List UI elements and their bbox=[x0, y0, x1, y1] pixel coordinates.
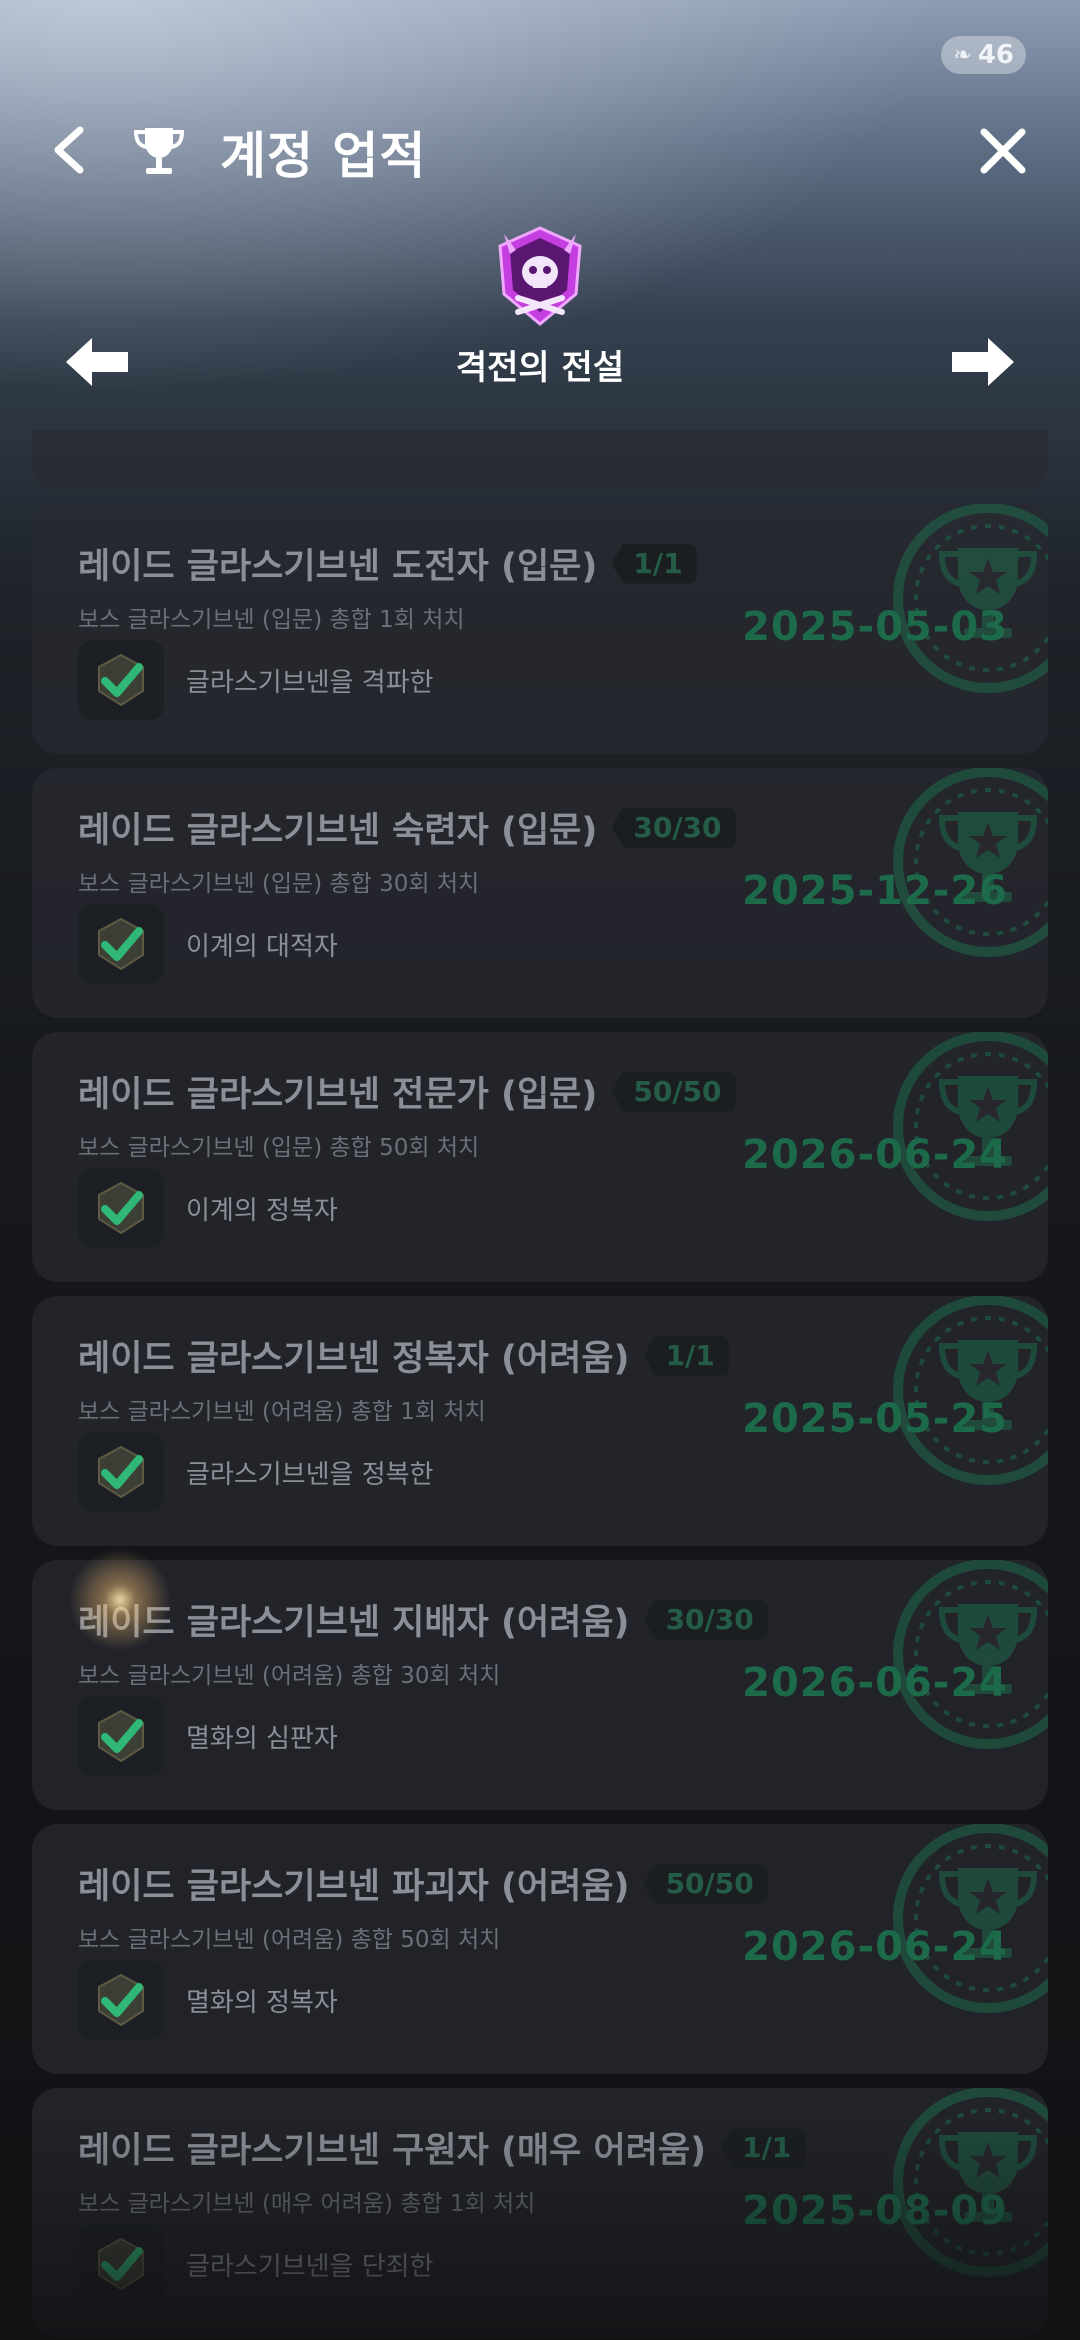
achievement-description: 보스 글라스기브넨 (어려움) 총합 50회 처치 bbox=[78, 1927, 501, 1953]
trophy-stamp-icon bbox=[893, 504, 1048, 693]
achievement-title-row: 레이드 글라스기브넨 전문가 (입문) 50/50 bbox=[78, 1066, 736, 1117]
achievement-description: 보스 글라스기브넨 (어려움) 총합 30회 처치 bbox=[78, 1663, 501, 1689]
achievement-description: 보스 글라스기브넨 (매우 어려움) 총합 1회 처치 bbox=[78, 2191, 536, 2217]
check-icon bbox=[98, 1973, 144, 2027]
achievement-title: 레이드 글라스기브넨 전문가 (입문) bbox=[78, 1075, 598, 1115]
reward-icon bbox=[78, 1960, 164, 2040]
reward-row: 글라스기브넨을 격파한 bbox=[78, 640, 433, 720]
reward-icon bbox=[78, 1432, 164, 1512]
trophy-stamp-icon bbox=[893, 1560, 1048, 1749]
achievement-description: 보스 글라스기브넨 (어려움) 총합 1회 처치 bbox=[78, 1399, 486, 1425]
achievement-description: 보스 글라스기브넨 (입문) 총합 50회 처치 bbox=[78, 1135, 480, 1161]
completion-date: 2025-05-03 bbox=[742, 604, 1008, 650]
reward-row: 글라스기브넨을 단죄한 bbox=[78, 2224, 433, 2304]
achievement-title: 레이드 글라스기브넨 구원자 (매우 어려움) bbox=[78, 2131, 707, 2171]
achievement-card[interactable]: 2026-06-24 레이드 글라스기브넨 전문가 (입문) 50/50 보스 … bbox=[32, 1032, 1048, 1282]
next-category-arrow[interactable] bbox=[948, 334, 1018, 390]
achievement-title: 레이드 글라스기브넨 숙련자 (입문) bbox=[78, 811, 598, 851]
sparkle-effect bbox=[60, 1540, 180, 1660]
trophy-stamp-icon bbox=[893, 1824, 1048, 2013]
reward-icon bbox=[78, 2224, 164, 2304]
achievement-description: 보스 글라스기브넨 (입문) 총합 30회 처치 bbox=[78, 871, 480, 897]
trophy-stamp-icon bbox=[893, 2088, 1048, 2277]
completion-date: 2025-08-09 bbox=[742, 2188, 1008, 2234]
achievement-title-row: 레이드 글라스기브넨 도전자 (입문) 1/1 bbox=[78, 538, 697, 589]
achievement-card[interactable]: 2025-05-03 레이드 글라스기브넨 도전자 (입문) 1/1 보스 글라… bbox=[32, 504, 1048, 754]
close-button[interactable] bbox=[976, 124, 1030, 178]
reward-icon bbox=[78, 1168, 164, 1248]
achievement-title-row: 레이드 글라스기브넨 지배자 (어려움) 30/30 bbox=[78, 1594, 768, 1645]
achievement-list[interactable]: 2025-05-03 레이드 글라스기브넨 도전자 (입문) 1/1 보스 글라… bbox=[32, 430, 1048, 2340]
trophy-stamp-icon bbox=[893, 1032, 1048, 1221]
achievement-card[interactable]: 2025-08-09 레이드 글라스기브넨 구원자 (매우 어려움) 1/1 보… bbox=[32, 2088, 1048, 2338]
check-icon bbox=[98, 917, 144, 971]
reward-icon bbox=[78, 640, 164, 720]
reward-label: 글라스기브넨을 정복한 bbox=[186, 1459, 434, 1490]
currency-badge: ❧ 46 bbox=[941, 36, 1026, 74]
back-button[interactable] bbox=[44, 124, 94, 176]
reward-label: 이계의 대적자 bbox=[186, 931, 338, 962]
progress-badge: 50/50 bbox=[611, 1071, 736, 1112]
demon-skull-emblem bbox=[498, 226, 582, 326]
reward-row: 이계의 정복자 bbox=[78, 1168, 338, 1248]
reward-label: 멸화의 정복자 bbox=[186, 1987, 338, 2018]
achievement-title-row: 레이드 글라스기브넨 구원자 (매우 어려움) 1/1 bbox=[78, 2122, 806, 2173]
reward-row: 멸화의 심판자 bbox=[78, 1696, 338, 1776]
completion-date: 2026-06-24 bbox=[742, 1660, 1008, 1706]
reward-icon bbox=[78, 1696, 164, 1776]
achievement-card-partial bbox=[32, 430, 1048, 490]
achievement-title-row: 레이드 글라스기브넨 파괴자 (어려움) 50/50 bbox=[78, 1858, 768, 1909]
achievement-title: 레이드 글라스기브넨 도전자 (입문) bbox=[78, 547, 598, 587]
achievement-card[interactable]: 2025-12-26 레이드 글라스기브넨 숙련자 (입문) 30/30 보스 … bbox=[32, 768, 1048, 1018]
header: 계정 업적 bbox=[0, 110, 1080, 190]
category-title: 격전의 전설 bbox=[455, 348, 625, 388]
achievement-description: 보스 글라스기브넨 (입문) 총합 1회 처치 bbox=[78, 607, 465, 633]
reward-label: 글라스기브넨을 격파한 bbox=[186, 667, 434, 698]
currency-count: 46 bbox=[977, 40, 1014, 70]
page-title: 계정 업적 bbox=[220, 127, 427, 185]
reward-label: 멸화의 심판자 bbox=[186, 1723, 338, 1754]
achievement-title: 레이드 글라스기브넨 정복자 (어려움) bbox=[78, 1339, 630, 1379]
progress-badge: 50/50 bbox=[643, 1863, 768, 1904]
reward-row: 글라스기브넨을 정복한 bbox=[78, 1432, 433, 1512]
reward-label: 이계의 정복자 bbox=[186, 1195, 338, 1226]
progress-badge: 30/30 bbox=[643, 1599, 768, 1640]
achievement-card[interactable]: 2026-06-24 레이드 글라스기브넨 지배자 (어려움) 30/30 보스… bbox=[32, 1560, 1048, 1810]
check-icon bbox=[98, 1181, 144, 1235]
reward-icon bbox=[78, 904, 164, 984]
check-icon bbox=[98, 1709, 144, 1763]
check-icon bbox=[98, 2237, 144, 2291]
completion-date: 2025-12-26 bbox=[742, 868, 1008, 914]
progress-badge: 1/1 bbox=[611, 543, 697, 584]
check-icon bbox=[98, 653, 144, 707]
progress-badge: 1/1 bbox=[643, 1335, 729, 1376]
completion-date: 2025-05-25 bbox=[742, 1396, 1008, 1442]
achievement-title: 레이드 글라스기브넨 파괴자 (어려움) bbox=[78, 1867, 630, 1907]
completion-date: 2026-06-24 bbox=[742, 1924, 1008, 1970]
leaf-icon: ❧ bbox=[953, 42, 972, 68]
progress-badge: 30/30 bbox=[611, 807, 736, 848]
completion-date: 2026-06-24 bbox=[742, 1132, 1008, 1178]
check-icon bbox=[98, 1445, 144, 1499]
reward-row: 이계의 대적자 bbox=[78, 904, 338, 984]
achievement-title-row: 레이드 글라스기브넨 숙련자 (입문) 30/30 bbox=[78, 802, 736, 853]
achievement-card[interactable]: 2026-06-24 레이드 글라스기브넨 파괴자 (어려움) 50/50 보스… bbox=[32, 1824, 1048, 2074]
trophy-stamp-icon bbox=[893, 768, 1048, 957]
trophy-stamp-icon bbox=[893, 1296, 1048, 1485]
reward-label: 글라스기브넨을 단죄한 bbox=[186, 2251, 434, 2282]
achievement-title-row: 레이드 글라스기브넨 정복자 (어려움) 1/1 bbox=[78, 1330, 729, 1381]
trophy-icon bbox=[133, 128, 185, 174]
progress-badge: 1/1 bbox=[720, 2127, 806, 2168]
reward-row: 멸화의 정복자 bbox=[78, 1960, 338, 2040]
achievement-card[interactable]: 2025-05-25 레이드 글라스기브넨 정복자 (어려움) 1/1 보스 글… bbox=[32, 1296, 1048, 1546]
